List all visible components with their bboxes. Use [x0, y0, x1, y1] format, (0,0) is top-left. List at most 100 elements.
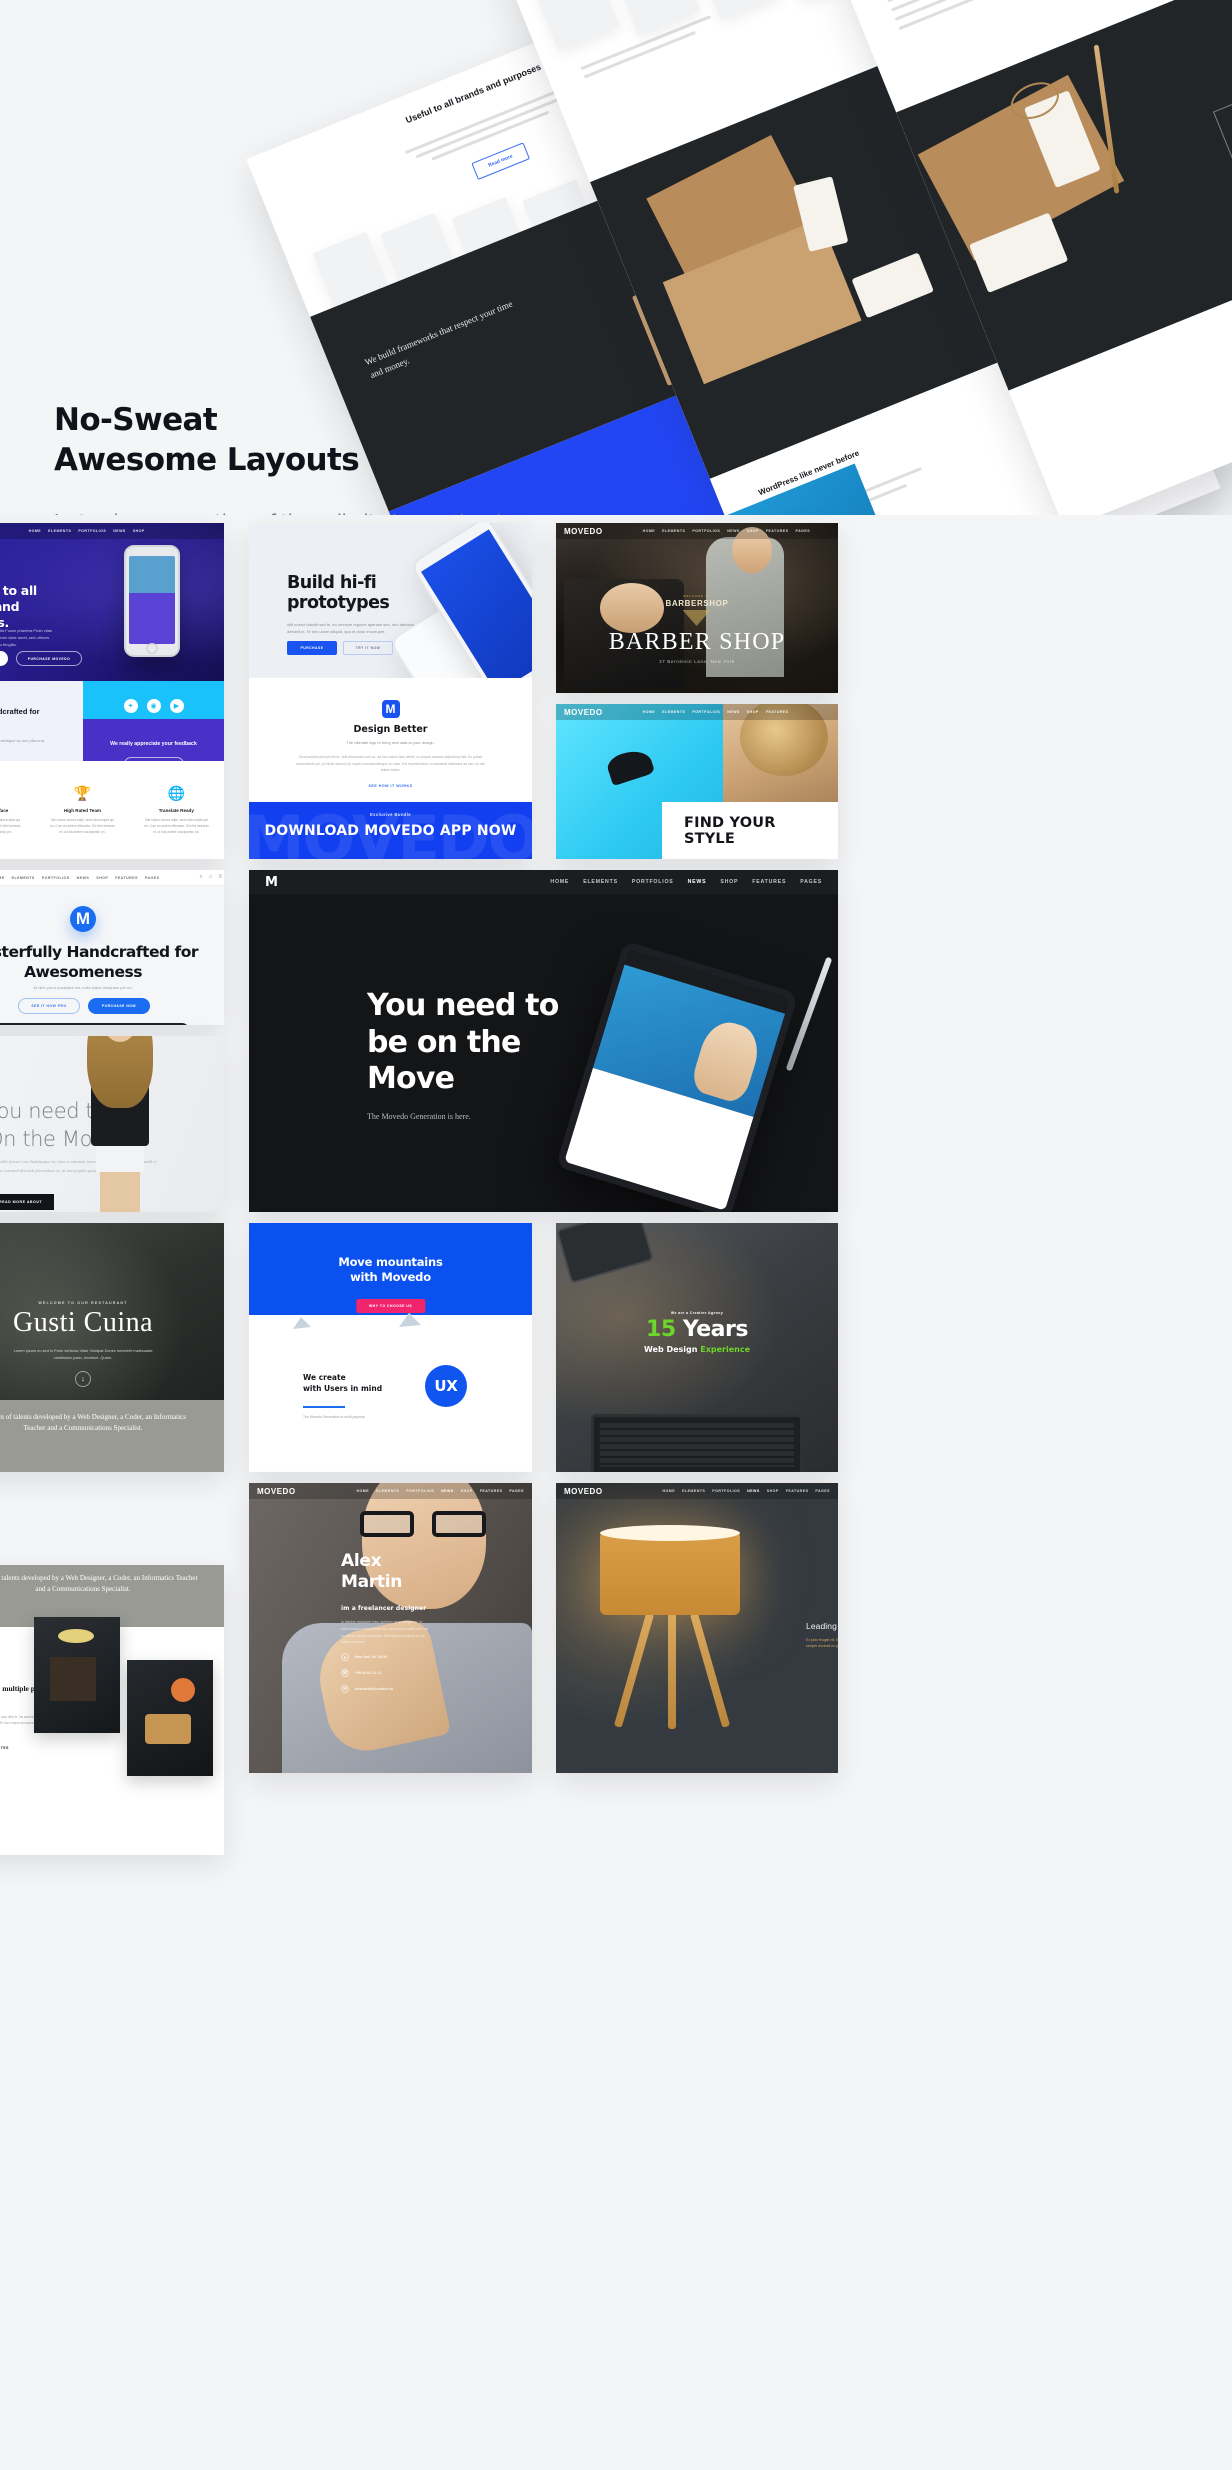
nav-item[interactable]: ELEMENTS: [48, 529, 71, 533]
nav-item[interactable]: PAGES: [145, 876, 160, 880]
nav-item[interactable]: FEATURES: [115, 876, 138, 880]
nav-item[interactable]: ELEMENTS: [376, 1489, 399, 1493]
nav-item[interactable]: SHOP: [720, 879, 738, 885]
nav-links[interactable]: HOME ELEMENTS PORTFOLIOS NEWS SHOP FEATU…: [550, 879, 822, 885]
nav-item[interactable]: SHOP: [96, 876, 108, 880]
heading-line1: You need to: [367, 988, 559, 1023]
contact-item: ☏ +99 00 001 11 11: [341, 1669, 393, 1677]
purchase-button[interactable]: PURCHASE MOVEDO: [16, 651, 82, 666]
nav-item[interactable]: HOME: [0, 876, 5, 880]
nav-links[interactable]: HOME ELEMENTS PORTFOLIOS NEWS SHOP: [29, 529, 145, 533]
nav-item[interactable]: FEATURES: [480, 1489, 503, 1493]
nav-item[interactable]: PAGES: [795, 529, 810, 533]
nav-item[interactable]: PAGES: [815, 1489, 830, 1493]
nav-links[interactable]: HOME ELEMENTS PORTFOLIOS NEWS SHOP FEATU…: [0, 876, 160, 880]
try-it-now-button[interactable]: TRY IT NOW: [343, 641, 393, 655]
nav-item[interactable]: SHOP: [461, 1489, 473, 1493]
nav-item[interactable]: NEWS: [77, 876, 90, 880]
nav-item[interactable]: FEATURES: [766, 529, 789, 533]
laptop-mockup: [591, 1414, 803, 1472]
nav-item[interactable]: NEWS: [113, 529, 126, 533]
cart-icon[interactable]: ⌂: [209, 874, 213, 881]
demo-card-lamp[interactable]: MOVEDO HOME ELEMENTS PORTFOLIOS NEWS SHO…: [556, 1483, 838, 1773]
down-arrow-icon[interactable]: ↓: [75, 1371, 91, 1387]
nav-item[interactable]: ELEMENTS: [583, 879, 618, 885]
nav-item[interactable]: PORTFOLIOS: [78, 529, 106, 533]
card-paragraph: Lorem ipsum eu sed in Proin vehicula Vit…: [13, 1348, 153, 1361]
nav-item[interactable]: PORTFOLIOS: [42, 876, 70, 880]
nav-item[interactable]: SHOP: [747, 529, 759, 533]
nav-item[interactable]: FEATURES: [786, 1489, 809, 1493]
movedo-logo-icon: M: [70, 906, 96, 932]
shoe-icon: [597, 854, 651, 859]
nav-item[interactable]: ELEMENTS: [682, 1489, 705, 1493]
nav-item[interactable]: ELEMENTS: [662, 529, 685, 533]
nav-item[interactable]: NEWS: [727, 529, 740, 533]
demo-card-prototypes[interactable]: Build hi-fi prototypes ollit nostro blan…: [249, 523, 532, 859]
nav-item[interactable]: SHOP: [747, 710, 759, 714]
discover-link[interactable]: ↓ DISCOVER MORE TASTES: [0, 1744, 50, 1753]
nav-item[interactable]: HOME: [663, 1489, 676, 1493]
card-midsection: M Design Better The ultimate App to brin…: [249, 678, 532, 800]
nav-item[interactable]: HOME: [643, 529, 656, 533]
purchase-button[interactable]: PURCHASE: [287, 641, 337, 655]
nav-item[interactable]: PORTFOLIOS: [712, 1489, 740, 1493]
demo-card-move-dark[interactable]: M HOME ELEMENTS PORTFOLIOS NEWS SHOP FEA…: [249, 870, 838, 1212]
nav-item-active[interactable]: NEWS: [441, 1489, 454, 1493]
nav-item[interactable]: SHOP: [767, 1489, 779, 1493]
nav-item[interactable]: HOME: [550, 879, 569, 885]
demo-card-handcrafted[interactable]: HOME ELEMENTS PORTFOLIOS NEWS SHOP FEATU…: [0, 870, 224, 1025]
collage-a-button[interactable]: Read more: [471, 142, 530, 180]
twitter-icon[interactable]: ✦: [123, 699, 138, 713]
nav-item[interactable]: FEATURES: [766, 710, 789, 714]
lamp-light: [600, 1525, 740, 1541]
name-line1: Alex: [341, 1551, 382, 1571]
nav-item[interactable]: PORTFOLIOS: [692, 529, 720, 533]
nav-links[interactable]: HOME ELEMENTS PORTFOLIOS NEWS SHOP FEATU…: [663, 1489, 831, 1493]
read-more-button[interactable]: READ MORE ABOUT: [0, 1194, 55, 1210]
nav-links[interactable]: HOME ELEMENTS PORTFOLIOS NEWS SHOP FEATU…: [643, 529, 811, 533]
demo-card-app-landing[interactable]: MOVEDO HOME ELEMENTS PORTFOLIOS NEWS SHO…: [0, 523, 224, 859]
nav-item[interactable]: PAGES: [800, 879, 822, 885]
demo-card-restaurant[interactable]: WELCOME TO OUR RESTAURANT Gusti Cuina Lo…: [0, 1223, 224, 1472]
nav-item[interactable]: ELEMENTS: [662, 710, 685, 714]
nav-item-active[interactable]: NEWS: [688, 879, 707, 885]
feature-text: Stet solum omnes adipi, amet alia script…: [144, 818, 209, 834]
sub-accent: Experience: [700, 1345, 751, 1354]
nav-links[interactable]: HOME ELEMENTS PORTFOLIOS NEWS SHOP FEATU…: [643, 710, 789, 714]
nav-item[interactable]: PORTFOLIOS: [406, 1489, 434, 1493]
card-paragraph: At nibh porro postulant est, nulla ludus…: [33, 985, 133, 990]
nav-item[interactable]: ELEMENTS: [12, 876, 35, 880]
nav-item[interactable]: HOME: [357, 1489, 370, 1493]
demo-card-mountains[interactable]: Move mountains with Movedo WHY TO CHOOSE…: [249, 1223, 532, 1472]
demo-card-agency[interactable]: We are a Creative Agency 15 Years Web De…: [556, 1223, 838, 1472]
nav-item[interactable]: HOME: [643, 710, 656, 714]
nav-item[interactable]: PAGES: [509, 1489, 524, 1493]
nav-item-active[interactable]: NEWS: [747, 1489, 760, 1493]
nav-item[interactable]: SHOP: [133, 529, 145, 533]
nav-item[interactable]: PORTFOLIOS: [632, 879, 674, 885]
nav-item[interactable]: FEATURES: [752, 879, 786, 885]
nav-item[interactable]: PORTFOLIOS: [692, 710, 720, 714]
camera-icon[interactable]: ◉: [146, 699, 161, 713]
see-how-it-works-link[interactable]: SEE HOW IT WORKS: [249, 784, 532, 788]
feature-title: Amazing Interface: [0, 808, 9, 813]
demo-card-freelancer[interactable]: MOVEDO HOME ELEMENTS PORTFOLIOS NEWS SHO…: [249, 1483, 532, 1773]
video-icon[interactable]: ▶: [169, 699, 184, 713]
card-heading: Creative to all intents and purposes.: [0, 583, 37, 630]
nav-item[interactable]: NEWS: [727, 710, 740, 714]
page-root: Useful to all brands and purposes Read m…: [0, 0, 1232, 2470]
cta-banner[interactable]: MOVEDO Exclusive Bundle DOWNLOAD MOVEDO …: [249, 802, 532, 859]
demo-card-fashion[interactable]: MOVEDO HOME ELEMENTS PORTFOLIOS NEWS SHO…: [556, 704, 838, 859]
see-it-button[interactable]: SEE IT HOW PRO: [18, 998, 80, 1014]
nav-links[interactable]: HOME ELEMENTS PORTFOLIOS NEWS SHOP FEATU…: [357, 1489, 525, 1493]
search-icon[interactable]: ⌕: [200, 874, 203, 881]
card-heading: Build hi-fi prototypes: [287, 573, 390, 614]
download-cta[interactable]: DOWNLOAD MOVEDO APP NOW: [264, 823, 516, 839]
menu-icon[interactable]: ≡: [219, 874, 223, 881]
demo-card-barber[interactable]: MOVEDO HOME ELEMENTS PORTFOLIOS NEWS SHO…: [556, 523, 838, 693]
purchase-now-button[interactable]: PURCHASE NOW: [88, 998, 150, 1014]
demo-card-portfolio-food[interactable]: A fusion of talents developed by a Web D…: [0, 1565, 224, 1855]
demo-card-on-the-move[interactable]: You need to be On the Move Usu eruditi f…: [0, 1036, 224, 1212]
nav-item[interactable]: HOME: [29, 529, 42, 533]
